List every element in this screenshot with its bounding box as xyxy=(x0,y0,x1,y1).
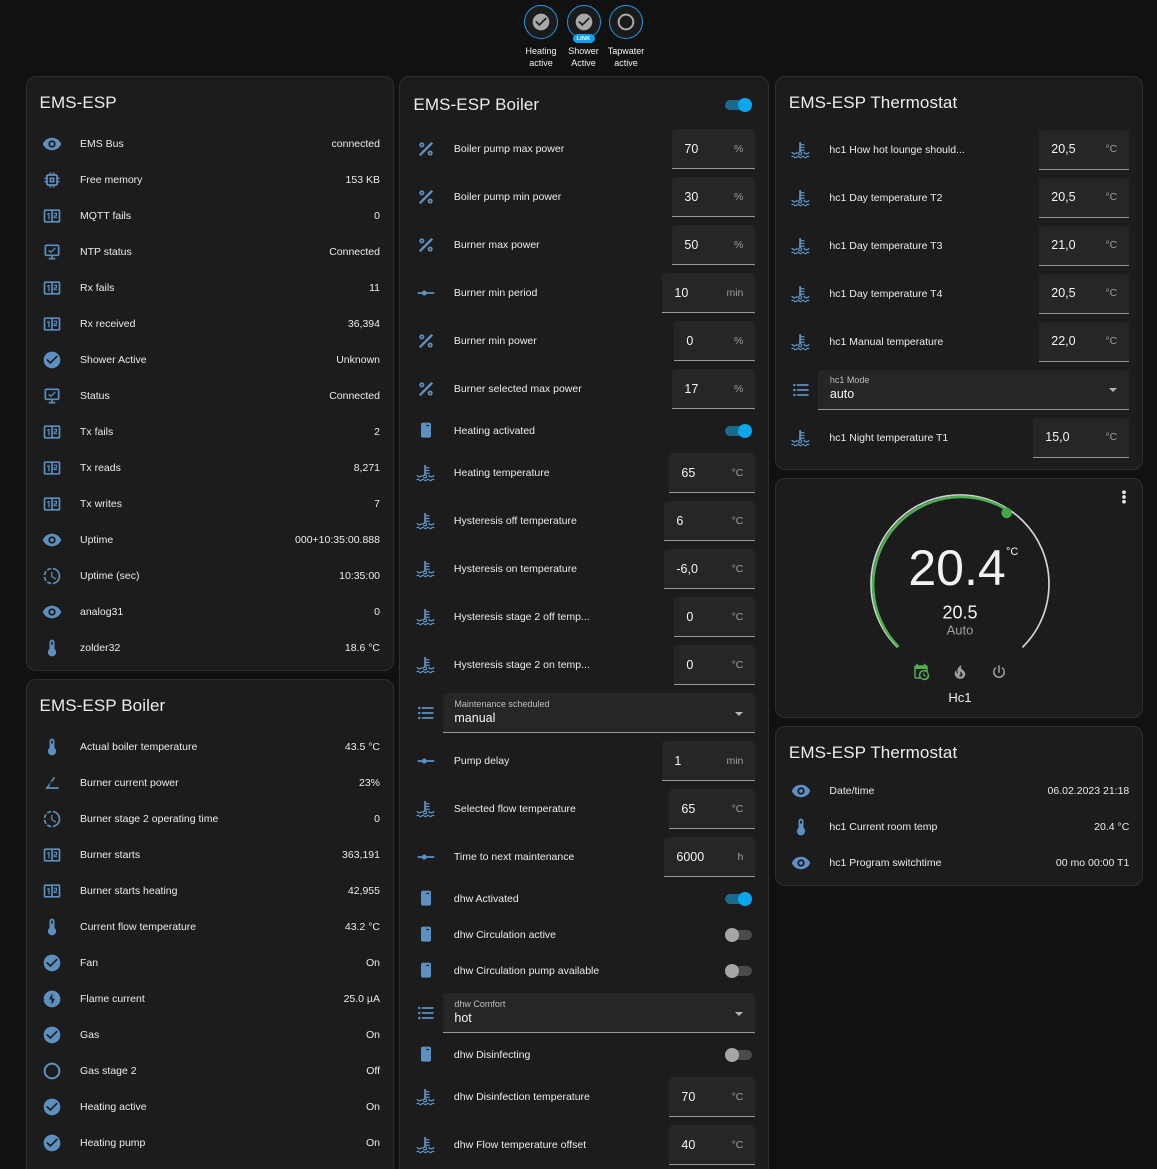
svg-text:20.4: 20.4 xyxy=(908,540,1005,596)
svg-text:20.5: 20.5 xyxy=(942,603,977,623)
svg-text:Auto: Auto xyxy=(947,623,974,638)
svg-text:°C: °C xyxy=(1006,546,1018,558)
